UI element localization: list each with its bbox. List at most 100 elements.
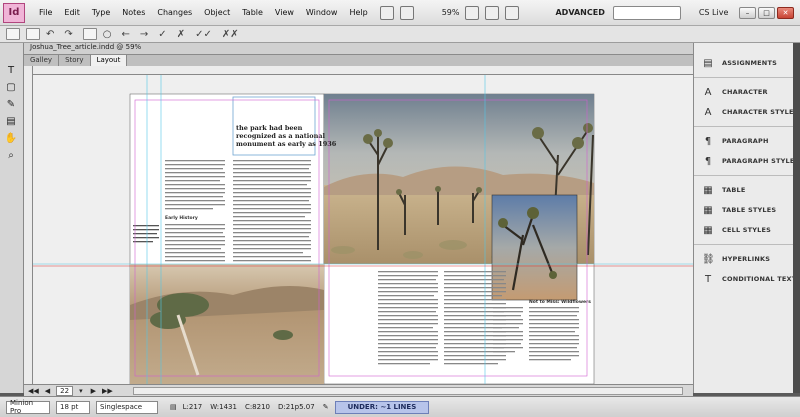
panel-table[interactable]: ▦ TABLE — [694, 180, 800, 200]
vertical-ruler[interactable] — [24, 66, 33, 384]
panel-paragraph-styles[interactable]: ¶ PARAGRAPH STYLES — [694, 151, 800, 171]
table-icon: ▦ — [703, 184, 713, 196]
text-frame-icon[interactable] — [26, 28, 40, 40]
story-info-bar: Minion Pro 18 pt Singlespace ▤ L:217 W:1… — [0, 396, 800, 417]
menu-object[interactable]: Object — [198, 8, 236, 17]
menu-table[interactable]: Table — [236, 8, 269, 17]
cell-styles-icon: ▦ — [703, 224, 713, 236]
character-styles-icon: A — [704, 106, 712, 118]
tab-layout[interactable]: Layout — [90, 55, 128, 66]
cs-live-button[interactable]: CS Live — [699, 8, 729, 17]
note-icon[interactable] — [82, 28, 97, 40]
prev-page-icon[interactable]: ◀ — [45, 387, 50, 395]
status-bar: ◀◀ ◀ 22 ▾ ▶ ▶▶ — [24, 384, 693, 396]
redo-icon[interactable]: ↷ — [64, 29, 72, 40]
accept-change-icon[interactable]: ✓ — [158, 29, 166, 40]
panel-group-assignments: ▤ ASSIGNMENTS — [694, 49, 800, 78]
menu-window[interactable]: Window — [300, 8, 344, 17]
undo-icon[interactable]: ↶ — [46, 29, 54, 40]
back-arrow-icon[interactable]: ← — [122, 29, 130, 40]
tab-story[interactable]: Story — [59, 55, 91, 66]
panel-group-paragraph: ¶ PARAGRAPH ¶ PARAGRAPH STYLES — [694, 127, 800, 176]
first-page-icon[interactable]: ◀◀ — [28, 387, 39, 395]
mini-bridge-icon[interactable] — [399, 5, 414, 20]
screen-mode-icon[interactable] — [485, 5, 500, 20]
tools-panel: T ▢ ✎ ▤ ✋ ⌕ — [0, 43, 24, 393]
panel-character[interactable]: A CHARACTER — [694, 82, 800, 102]
document-tab-bar: Joshua_Tree_article.indd @ 59% — [24, 43, 693, 55]
arrange-documents-icon[interactable] — [505, 5, 520, 20]
panel-group-table: ▦ TABLE ▦ TABLE STYLES ▦ CELL STYLES — [694, 176, 800, 245]
search-input[interactable] — [612, 5, 681, 20]
app-logo: Id — [3, 2, 25, 23]
panel-assignments[interactable]: ▤ ASSIGNMENTS — [694, 53, 800, 73]
type-tool-icon[interactable]: T — [3, 63, 19, 77]
pull-quote-line2: recognized as a national — [236, 132, 326, 140]
menu-view[interactable]: View — [269, 8, 300, 17]
words-count: W:1431 — [210, 403, 237, 411]
panel-character-styles[interactable]: A CHARACTER STYLES — [694, 102, 800, 122]
panel-group-character: A CHARACTER A CHARACTER STYLES — [694, 78, 800, 127]
workspace-switcher[interactable]: ADVANCED — [555, 8, 604, 17]
toggle-icon[interactable]: ▤ — [170, 403, 177, 411]
document-tab[interactable]: Joshua_Tree_article.indd @ 59% — [30, 43, 141, 51]
assignments-icon: ▤ — [703, 57, 713, 69]
size-field[interactable]: 18 pt — [56, 400, 90, 414]
subhead-early-history: Early History — [165, 215, 198, 221]
frame-align-icon[interactable] — [6, 28, 20, 40]
accept-all-icon[interactable]: ✓✓ — [195, 29, 212, 40]
horizontal-ruler[interactable] — [30, 66, 693, 75]
bridge-icon[interactable] — [379, 5, 394, 20]
character-icon: A — [704, 86, 712, 98]
menu-edit[interactable]: Edit — [58, 8, 86, 17]
panel-group-hyperlinks: ⛓ HYPERLINKS T CONDITIONAL TEXT — [694, 245, 800, 293]
pen-icon[interactable]: ✎ — [323, 403, 329, 411]
panel-collapse-strip[interactable] — [793, 43, 800, 393]
font-field[interactable]: Minion Pro — [6, 399, 50, 415]
panel-paragraph[interactable]: ¶ PARAGRAPH — [694, 131, 800, 151]
menu-file[interactable]: File — [33, 8, 58, 17]
panel-hyperlinks[interactable]: ⛓ HYPERLINKS — [694, 249, 800, 269]
table-styles-icon: ▦ — [703, 204, 713, 216]
menu-help[interactable]: Help — [343, 8, 373, 17]
zoom-tool-icon[interactable]: ⌕ — [3, 148, 19, 162]
horizontal-scrollbar[interactable] — [132, 386, 683, 395]
page-number-field[interactable]: 22 — [56, 385, 74, 396]
spread-canvas: the park had been recognized as a nation… — [33, 75, 693, 384]
zoom-level[interactable]: 59% — [442, 8, 460, 17]
spacing-field[interactable]: Singlespace — [96, 400, 158, 414]
view-options-icon[interactable] — [465, 5, 480, 20]
menu-type[interactable]: Type — [86, 8, 116, 17]
minimize-button[interactable]: – — [739, 6, 756, 19]
reject-all-icon[interactable]: ✗✗ — [222, 29, 239, 40]
depth-value: D:21p5.07 — [278, 403, 315, 411]
pasteboard[interactable]: the park had been recognized as a nation… — [33, 75, 693, 384]
window-controls: – □ ✕ — [739, 6, 794, 19]
menu-changes[interactable]: Changes — [151, 8, 198, 17]
paragraph-icon: ¶ — [704, 135, 712, 147]
maximize-button[interactable]: □ — [758, 6, 775, 19]
note-tool-icon[interactable]: ▤ — [3, 114, 19, 128]
forward-arrow-icon[interactable]: → — [140, 29, 148, 40]
pull-quote-line3: monument as early as 1936 — [236, 140, 337, 148]
pencil-tool-icon[interactable]: ✎ — [3, 97, 19, 111]
menu-notes[interactable]: Notes — [116, 8, 151, 17]
menu-items: File Edit Type Notes Changes Object Tabl… — [33, 8, 374, 17]
panel-cell-styles[interactable]: ▦ CELL STYLES — [694, 220, 800, 240]
last-page-icon[interactable]: ▶▶ — [102, 387, 113, 395]
page-dropdown-icon[interactable]: ▾ — [79, 387, 83, 395]
close-button[interactable]: ✕ — [777, 6, 794, 19]
panel-conditional-text[interactable]: T CONDITIONAL TEXT — [694, 269, 800, 289]
chars-count: C:8210 — [244, 403, 270, 411]
frame-tool-icon[interactable]: ▢ — [3, 80, 19, 94]
reject-change-icon[interactable]: ✗ — [177, 29, 185, 40]
side-label-wildflowers: Not to Miss: Wildflowers — [529, 299, 591, 305]
tab-galley[interactable]: Galley — [24, 55, 60, 66]
hand-tool-icon[interactable]: ✋ — [3, 131, 19, 145]
conditional-text-icon: T — [704, 273, 712, 285]
circle-icon[interactable]: ○ — [103, 29, 112, 40]
panel-table-styles[interactable]: ▦ TABLE STYLES — [694, 200, 800, 220]
menu-bar: Id File Edit Type Notes Changes Object T… — [0, 0, 800, 26]
next-page-icon[interactable]: ▶ — [91, 387, 96, 395]
paragraph-styles-icon: ¶ — [704, 155, 712, 167]
